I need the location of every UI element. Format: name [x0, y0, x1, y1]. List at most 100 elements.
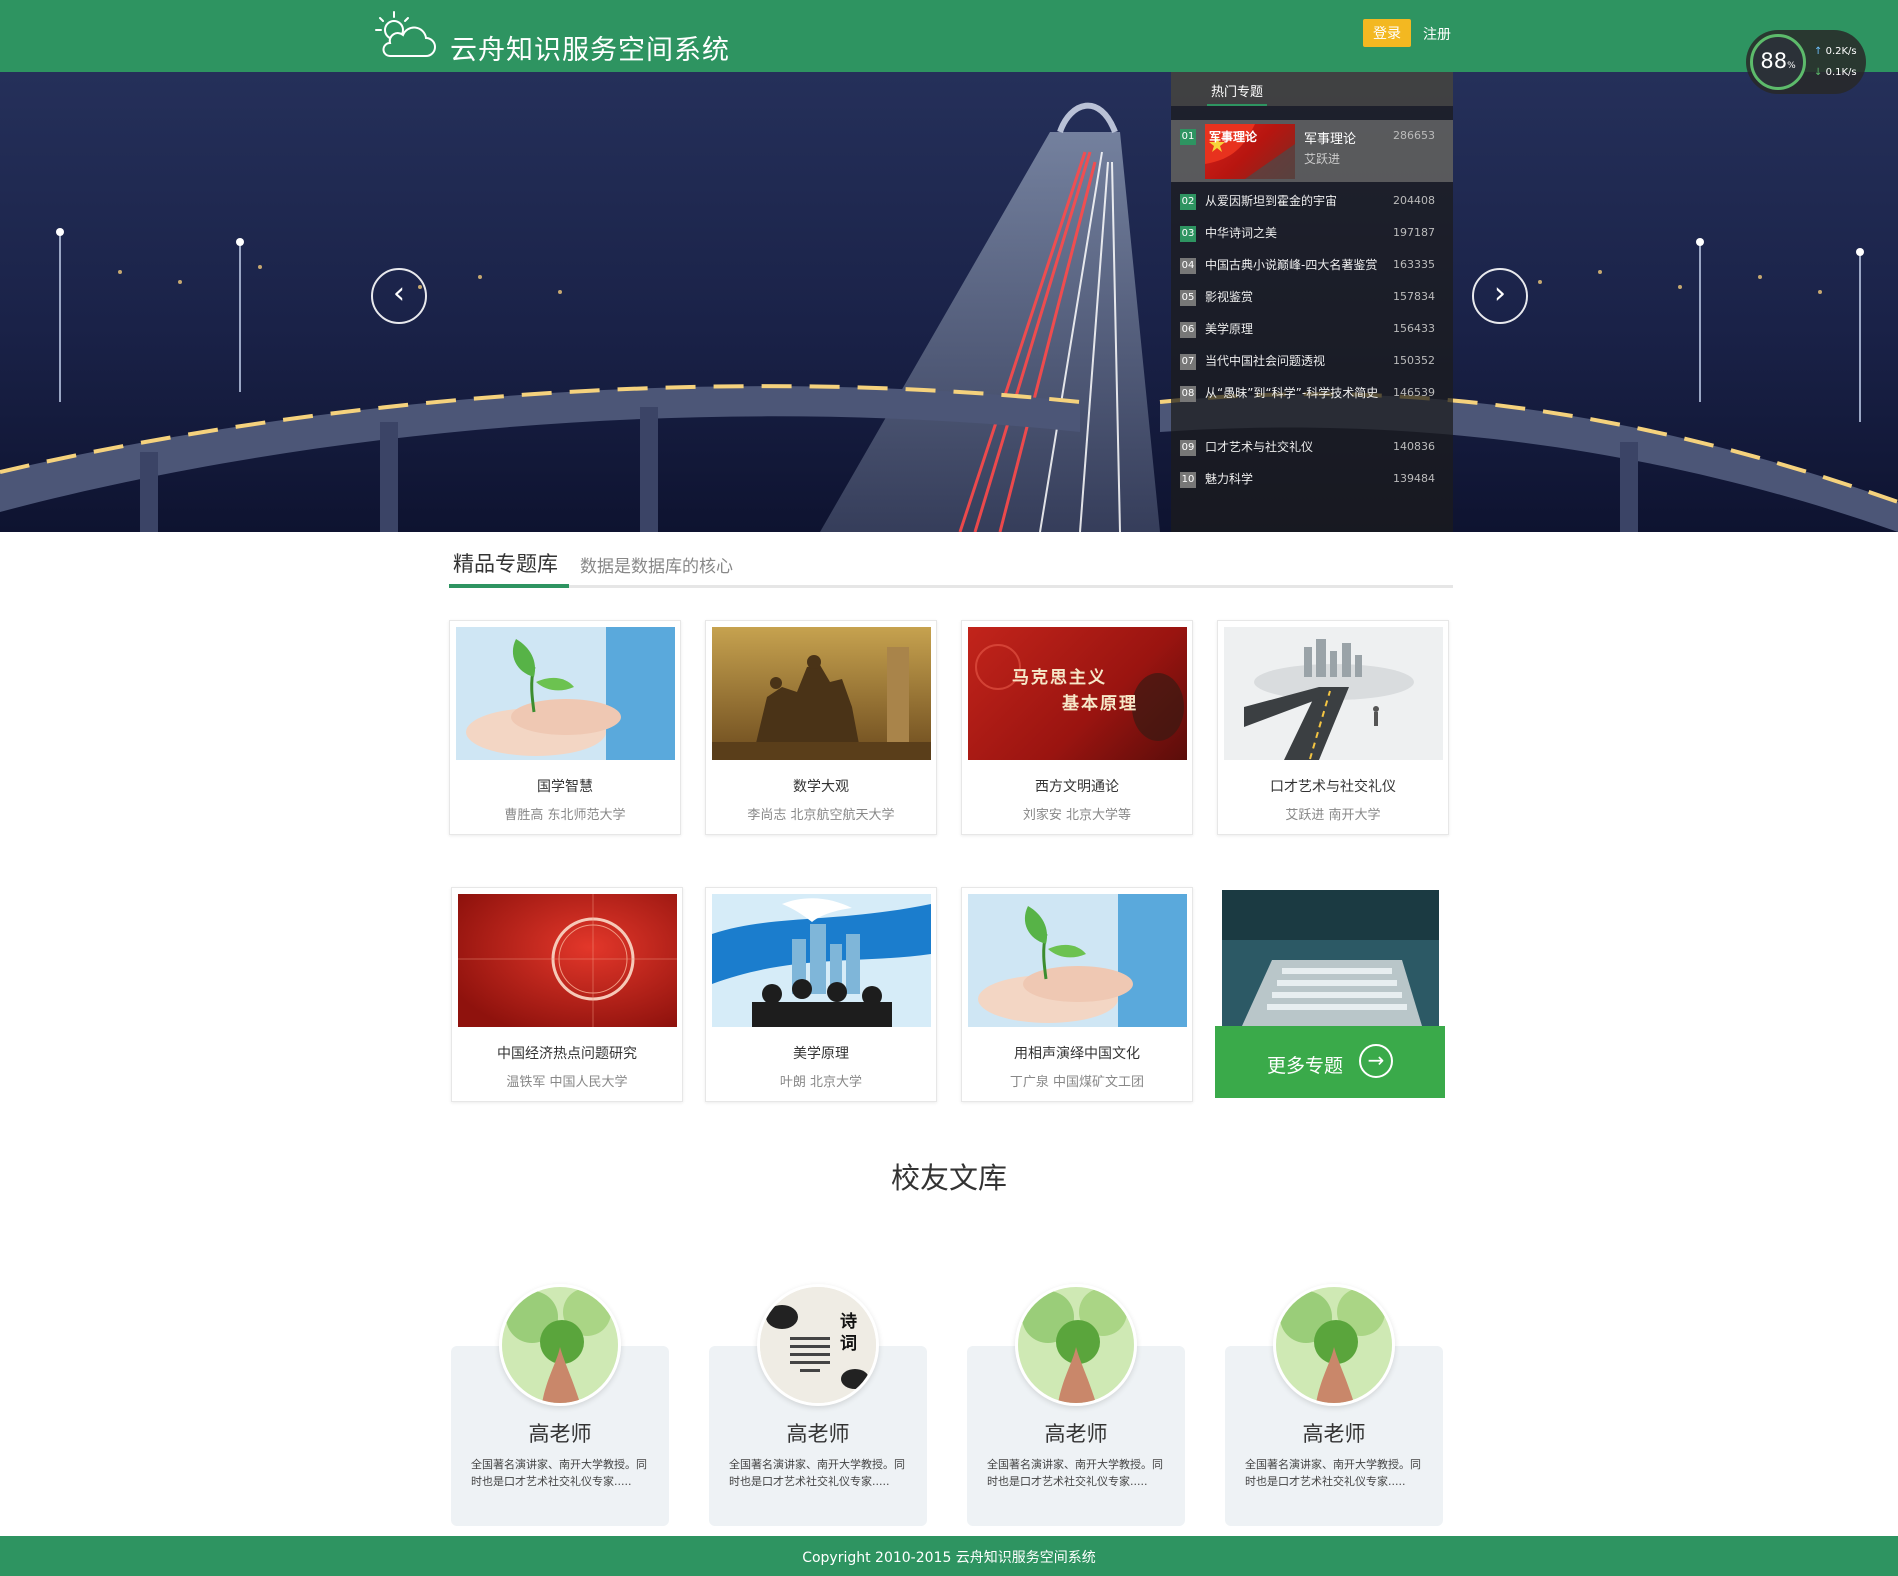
- copyright-text: Copyright 2010-2015 云舟知识服务空间系统: [802, 1550, 1096, 1566]
- hot-topic-count: 146539: [1393, 386, 1435, 399]
- hot-topics-tab[interactable]: 热门专题: [1171, 72, 1453, 106]
- speed-unit: K/s: [1841, 46, 1857, 57]
- rank-badge: 03: [1180, 226, 1196, 242]
- network-speed-widget[interactable]: 88% ↑ 0.2K/s ↓ 0.1K/s: [1746, 30, 1866, 94]
- alumni-name: 高老师: [528, 1422, 592, 1446]
- more-topics-button[interactable]: 更多专题 →: [1215, 890, 1445, 1098]
- register-link[interactable]: 注册: [1423, 24, 1451, 44]
- sprout-hands-image: [456, 627, 675, 760]
- cloud-sun-icon: [372, 6, 436, 64]
- topic-card[interactable]: 口才艺术与社交礼仪 艾跃进 南开大学: [1217, 620, 1449, 835]
- featured-section-title[interactable]: 精品专题库: [453, 548, 558, 578]
- hot-topic-count: 163335: [1393, 258, 1435, 271]
- topic-card[interactable]: 美学原理 叶朗 北京大学: [705, 887, 937, 1102]
- avatar[interactable]: [1015, 1284, 1137, 1406]
- rank-badge: 05: [1180, 290, 1196, 306]
- alumni-section-title: 校友文库: [890, 1161, 1007, 1195]
- hot-topic-item[interactable]: 从爱因斯坦到霍金的宇宙: [1205, 191, 1390, 211]
- card-meta: 李尚志 北京航空航天大学: [747, 808, 895, 823]
- rank-badge: 04: [1180, 258, 1196, 274]
- hot-topic-item[interactable]: 从“愚昧”到“科学”-科学技术简史: [1205, 383, 1390, 403]
- rank-badge: 08: [1180, 386, 1196, 402]
- hot-topic-count: 286653: [1393, 129, 1435, 142]
- alumni-name: 高老师: [1302, 1422, 1366, 1446]
- hot-topic-count: 140836: [1393, 440, 1435, 453]
- hot-topic-item[interactable]: 中国古典小说巅峰-四大名著鉴赏: [1205, 255, 1390, 275]
- alumni-description: 全国著名演讲家、南开大学教授。同时也是口才艺术社交礼仪专家.....: [1245, 1458, 1421, 1488]
- card-title: 西方文明通论: [1035, 779, 1119, 795]
- topic-card[interactable]: 用相声演绎中国文化 丁广泉 中国煤矿文工团: [961, 887, 1193, 1102]
- hot-topic-item[interactable]: 当代中国社会问题透视: [1205, 351, 1390, 371]
- avatar[interactable]: [499, 1284, 621, 1406]
- upload-speed: ↑ 0.2K/s: [1814, 46, 1857, 57]
- highway-night-photo: [0, 72, 1898, 532]
- card-title: 数学大观: [793, 779, 849, 795]
- avatar[interactable]: 诗词: [757, 1284, 879, 1406]
- tab-underline: [1207, 104, 1267, 106]
- hot-topic-author: 艾跃进: [1304, 152, 1341, 166]
- card-meta: 艾跃进 南开大学: [1285, 808, 1381, 823]
- monument-image: [712, 627, 931, 760]
- rank-badge: 02: [1180, 194, 1196, 210]
- hot-topic-count: 197187: [1393, 226, 1435, 239]
- more-topics-label: 更多专题: [1267, 1055, 1344, 1077]
- topic-card[interactable]: 中国经济热点问题研究 温铁军 中国人民大学: [451, 887, 683, 1102]
- card-meta: 刘家安 北京大学等: [1022, 808, 1132, 823]
- alumni-description: 全国著名演讲家、南开大学教授。同时也是口才艺术社交礼仪专家.....: [729, 1458, 905, 1488]
- speed-unit: K/s: [1841, 67, 1857, 78]
- login-button[interactable]: 登录: [1363, 19, 1411, 47]
- hero-banner: ‹ ›: [0, 72, 1898, 532]
- alumni-description: 全国著名演讲家、南开大学教授。同时也是口才艺术社交礼仪专家.....: [987, 1458, 1163, 1488]
- hot-topic-item[interactable]: 美学原理: [1205, 319, 1390, 339]
- hot-topic-item[interactable]: 口才艺术与社交礼仪: [1205, 437, 1390, 457]
- site-footer: Copyright 2010-2015 云舟知识服务空间系统: [0, 1536, 1898, 1576]
- hot-topic-title[interactable]: 军事理论: [1304, 128, 1356, 147]
- upload-value: 0.2: [1825, 46, 1842, 57]
- keyboard-image: [1222, 890, 1439, 1026]
- rank-badge: 06: [1180, 322, 1196, 338]
- chevron-left-icon[interactable]: ‹: [371, 268, 427, 324]
- arrow-up-icon: ↑: [1814, 46, 1823, 57]
- avatar-calligraphy: 诗词: [840, 1312, 857, 1354]
- section-tab-underline: [449, 584, 569, 588]
- percent-unit: %: [1787, 61, 1796, 71]
- card-meta: 曹胜高 东北师范大学: [504, 808, 626, 823]
- card-meta: 叶朗 北京大学: [779, 1075, 863, 1090]
- topic-card[interactable]: 数学大观 李尚志 北京航空航天大学: [705, 620, 937, 835]
- hot-topics-title: 热门专题: [1211, 85, 1264, 100]
- avatar[interactable]: [1273, 1284, 1395, 1406]
- download-speed: ↓ 0.1K/s: [1814, 67, 1857, 78]
- road-city-image: [1224, 627, 1443, 760]
- sprout-hands-image: [968, 894, 1187, 1027]
- hot-topic-item[interactable]: 魅力科学: [1205, 469, 1390, 489]
- arrow-down-icon: ↓: [1814, 67, 1823, 78]
- hot-topic-item[interactable]: 中华诗词之美: [1205, 223, 1390, 243]
- hot-topics-panel: 热门专题 01 军事理论 军事理论 艾跃进 286653 02 从爱因斯坦到霍金…: [1171, 72, 1453, 532]
- alumni-name: 高老师: [1044, 1422, 1108, 1446]
- rank-badge: 10: [1180, 472, 1196, 488]
- graduates-dove-image: [712, 894, 931, 1027]
- percent-value: 88: [1760, 49, 1788, 73]
- hot-topic-item[interactable]: 影视鉴赏: [1205, 287, 1390, 307]
- red-target-image: [458, 894, 677, 1027]
- cover-text-line-1: 马克思主义: [1012, 668, 1107, 688]
- download-value: 0.1: [1825, 67, 1842, 78]
- chevron-right-icon[interactable]: ›: [1472, 268, 1528, 324]
- site-title[interactable]: 云舟知识服务空间系统: [450, 28, 730, 67]
- card-title: 美学原理: [793, 1046, 849, 1062]
- rank-badge: 07: [1180, 354, 1196, 370]
- more-topics-bar[interactable]: 更多专题 →: [1215, 1026, 1445, 1098]
- site-header: 云舟知识服务空间系统 登录 注册: [0, 0, 1898, 72]
- section-divider: [449, 585, 1453, 588]
- arrow-right-circle-icon: →: [1359, 1044, 1393, 1078]
- hot-topic-count: 156433: [1393, 322, 1435, 335]
- hot-topic-count: 150352: [1393, 354, 1435, 367]
- card-title: 中国经济热点问题研究: [497, 1046, 637, 1062]
- topic-card[interactable]: 国学智慧 曹胜高 东北师范大学: [449, 620, 681, 835]
- rank-badge: 01: [1180, 129, 1196, 145]
- card-meta: 温铁军 中国人民大学: [506, 1075, 628, 1090]
- alumni-description: 全国著名演讲家、南开大学教授。同时也是口才艺术社交礼仪专家.....: [471, 1458, 647, 1488]
- thumbnail-label: 军事理论: [1209, 130, 1258, 144]
- card-title: 用相声演绎中国文化: [1014, 1046, 1140, 1062]
- topic-card[interactable]: 马克思主义 基本原理 西方文明通论 刘家安 北京大学等: [961, 620, 1193, 835]
